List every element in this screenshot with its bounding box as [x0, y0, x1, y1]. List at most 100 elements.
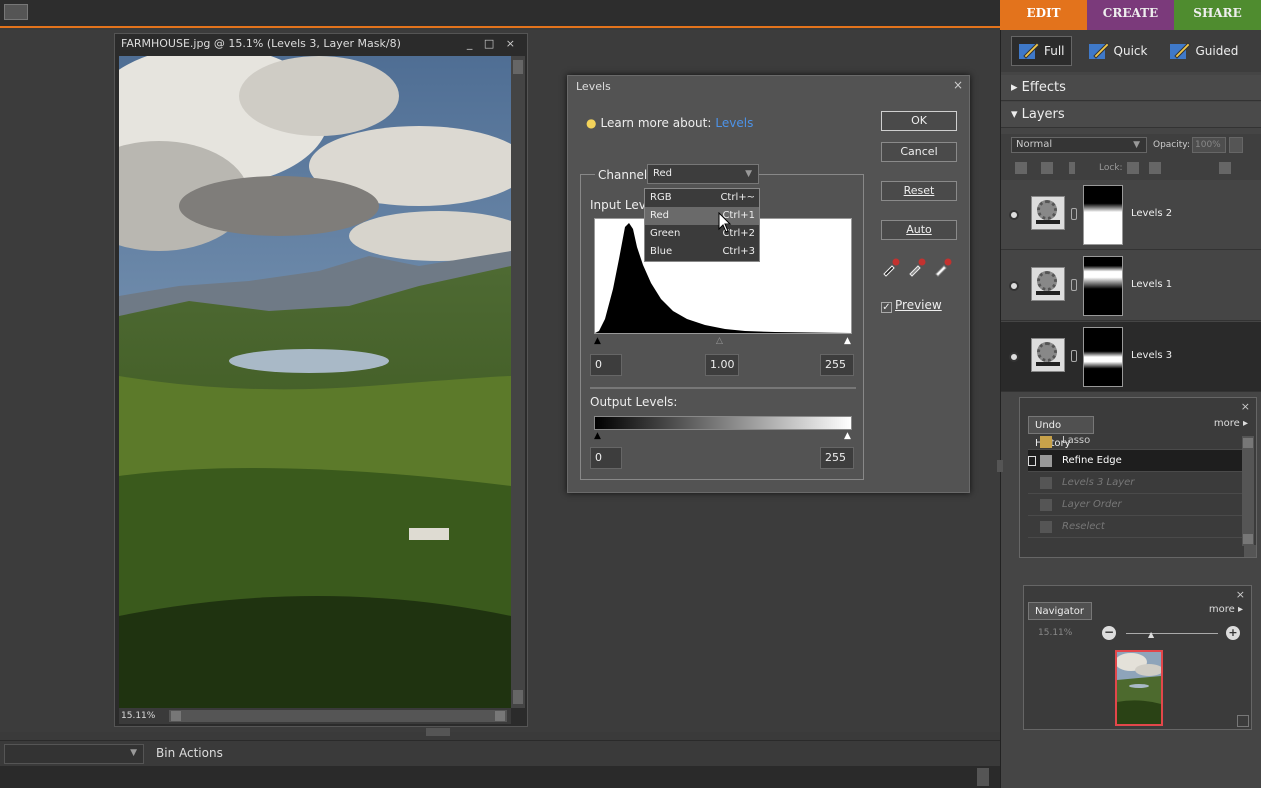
- zoom-out-icon[interactable]: −: [1102, 626, 1116, 640]
- full-edit-button[interactable]: Full: [1011, 36, 1072, 66]
- navigator-tab[interactable]: Navigator: [1028, 602, 1092, 620]
- ok-button[interactable]: OK: [881, 111, 957, 131]
- zoom-in-icon[interactable]: +: [1226, 626, 1240, 640]
- blend-mode-select[interactable]: Normal ▼: [1011, 137, 1147, 153]
- levels-close-icon[interactable]: ×: [953, 78, 963, 92]
- learn-more-link[interactable]: Levels: [715, 116, 753, 130]
- navigator-thumbnail: [1117, 652, 1161, 724]
- navigator-close-icon[interactable]: ×: [1236, 588, 1245, 601]
- channel-select[interactable]: Red ▼: [647, 164, 759, 184]
- visibility-eye-icon[interactable]: [1009, 281, 1019, 291]
- quick-edit-button[interactable]: Quick: [1082, 37, 1154, 65]
- navigator-preview[interactable]: [1115, 650, 1163, 726]
- document-horizontal-scrollbar[interactable]: [169, 710, 507, 722]
- document-title-bar[interactable]: FARMHOUSE.jpg @ 15.1% (Levels 3, Layer M…: [115, 34, 527, 54]
- effects-panel-header[interactable]: ▸ Effects: [1001, 75, 1261, 101]
- opacity-dropdown-button[interactable]: [1229, 137, 1243, 153]
- layer-row-levels-2[interactable]: Levels 2: [1001, 180, 1261, 250]
- scroll-down-arrow[interactable]: [513, 690, 523, 704]
- document-vertical-scrollbar[interactable]: [511, 56, 525, 708]
- gamma-slider[interactable]: △: [716, 336, 723, 346]
- output-levels-slider[interactable]: ▲ ▲: [594, 431, 852, 441]
- tab-edit[interactable]: EDIT: [1000, 0, 1087, 30]
- panel-divider-handle[interactable]: [997, 460, 1003, 472]
- layers-panel-header[interactable]: ▾ Layers: [1001, 102, 1261, 128]
- navigator-zoom-value[interactable]: 15.11%: [1038, 628, 1072, 638]
- layer-mask-thumbnail[interactable]: [1083, 327, 1123, 387]
- layer-mask-thumbnail[interactable]: [1083, 256, 1123, 316]
- preview-label: Preview: [895, 298, 942, 312]
- checkbox-mark[interactable]: ✓: [881, 302, 892, 313]
- cancel-button[interactable]: Cancel: [881, 142, 957, 162]
- chain-link-icon[interactable]: [1071, 279, 1077, 291]
- undo-more-menu[interactable]: more ▸: [1214, 418, 1248, 429]
- adjustment-layer-icon[interactable]: [1041, 162, 1053, 174]
- undo-history-tab[interactable]: Undo History: [1028, 416, 1094, 449]
- landscape-photo: [119, 56, 511, 708]
- preview-checkbox[interactable]: ✓ Preview: [881, 298, 942, 313]
- channel-option-rgb[interactable]: RGB Ctrl+~: [645, 189, 759, 207]
- window-controls[interactable]: _ □ ×: [467, 34, 519, 54]
- scroll-up-arrow[interactable]: [513, 60, 523, 74]
- output-black-field[interactable]: 0: [590, 447, 622, 469]
- zoom-slider-thumb[interactable]: ▲: [1148, 630, 1154, 639]
- output-white-slider[interactable]: ▲: [844, 431, 851, 441]
- reset-button[interactable]: Reset: [881, 181, 957, 201]
- channel-option-red[interactable]: Red Ctrl+1: [645, 207, 759, 225]
- chain-link-icon[interactable]: [1071, 208, 1077, 220]
- lock-all-icon[interactable]: [1149, 162, 1161, 174]
- chain-link-icon[interactable]: [1071, 350, 1077, 362]
- bin-scrollbar[interactable]: [977, 768, 989, 786]
- input-black-field[interactable]: 0: [590, 354, 622, 376]
- scroll-left-arrow[interactable]: [171, 711, 181, 721]
- undo-item-levels-3-layer[interactable]: Levels 3 Layer: [1028, 472, 1244, 494]
- input-white-field[interactable]: 255: [820, 354, 854, 376]
- scroll-up-arrow[interactable]: [1243, 438, 1253, 448]
- bin-actions-menu[interactable]: Bin Actions: [156, 746, 223, 760]
- channel-option-blue[interactable]: Blue Ctrl+3: [645, 243, 759, 261]
- trash-icon[interactable]: [1219, 162, 1231, 174]
- bin-source-select[interactable]: ▼: [4, 744, 144, 764]
- layer-row-levels-1[interactable]: Levels 1: [1001, 251, 1261, 321]
- divider: [590, 387, 856, 389]
- guided-edit-button[interactable]: Guided: [1163, 37, 1244, 65]
- output-black-slider[interactable]: ▲: [594, 431, 601, 441]
- visibility-eye-icon[interactable]: [1009, 210, 1019, 220]
- tab-share[interactable]: SHARE: [1174, 0, 1261, 30]
- document-window[interactable]: FARMHOUSE.jpg @ 15.1% (Levels 3, Layer M…: [114, 33, 528, 727]
- resize-handle[interactable]: [1237, 715, 1249, 727]
- undo-item-layer-order[interactable]: Layer Order: [1028, 494, 1244, 516]
- auto-button[interactable]: Auto: [881, 220, 957, 240]
- channel-option-green[interactable]: Green Ctrl+2: [645, 225, 759, 243]
- layer-row-levels-3[interactable]: Levels 3: [1001, 322, 1261, 392]
- option-shortcut: Ctrl+~: [720, 192, 755, 203]
- bin-collapse-handle[interactable]: [426, 728, 450, 736]
- white-eyedropper-icon[interactable]: [933, 257, 953, 277]
- layer-mask-thumbnail[interactable]: [1083, 185, 1123, 245]
- black-eyedropper-icon[interactable]: [881, 257, 901, 277]
- navigator-more-menu[interactable]: more ▸: [1209, 604, 1243, 615]
- input-gamma-field[interactable]: 1.00: [705, 354, 739, 376]
- opacity-input[interactable]: 100%: [1192, 137, 1226, 153]
- undo-item-lasso[interactable]: Lasso: [1028, 436, 1244, 450]
- undo-close-icon[interactable]: ×: [1241, 400, 1250, 413]
- gray-eyedropper-icon[interactable]: [907, 257, 927, 277]
- scroll-down-arrow[interactable]: [1243, 534, 1253, 544]
- input-levels-slider[interactable]: ▲ △ ▲: [594, 336, 852, 346]
- zoom-slider-track[interactable]: [1126, 633, 1218, 634]
- new-layer-icon[interactable]: [1015, 162, 1027, 174]
- tab-create[interactable]: CREATE: [1087, 0, 1174, 30]
- resize-handle[interactable]: [1244, 545, 1256, 557]
- output-white-field[interactable]: 255: [820, 447, 854, 469]
- undo-scrollbar[interactable]: [1242, 436, 1254, 546]
- visibility-eye-icon[interactable]: [1009, 352, 1019, 362]
- lock-pixels-icon[interactable]: [1127, 162, 1139, 174]
- black-point-slider[interactable]: ▲: [594, 336, 601, 346]
- menu-button[interactable]: [4, 4, 28, 20]
- white-point-slider[interactable]: ▲: [844, 336, 851, 346]
- link-icon[interactable]: [1069, 162, 1075, 174]
- scroll-right-arrow[interactable]: [495, 711, 505, 721]
- document-canvas[interactable]: [119, 56, 511, 708]
- undo-item-refine-edge[interactable]: Refine Edge: [1028, 450, 1244, 472]
- undo-item-reselect[interactable]: Reselect: [1028, 516, 1244, 538]
